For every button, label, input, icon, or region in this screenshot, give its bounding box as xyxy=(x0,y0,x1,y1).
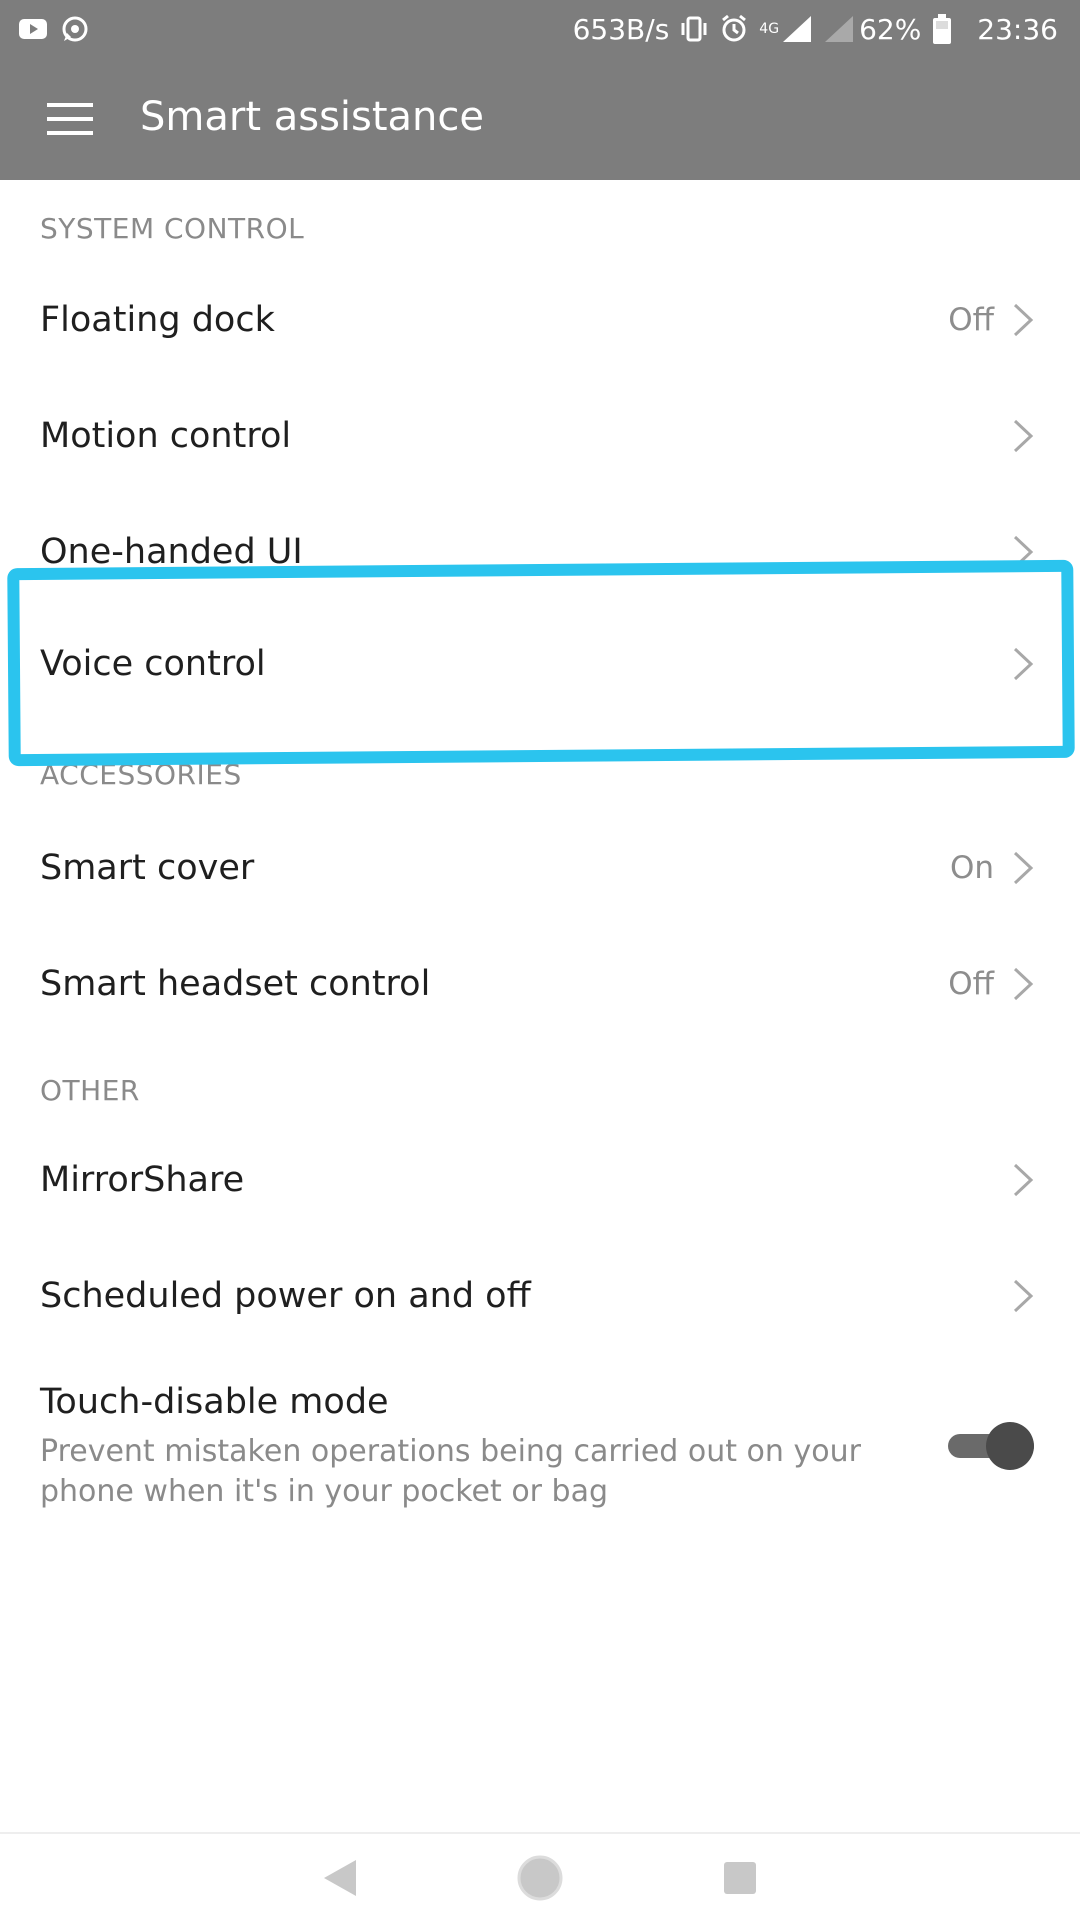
chevron-right-icon xyxy=(1010,966,1036,1002)
net-speed: 653B/s xyxy=(572,12,670,46)
section-header-other: OTHER xyxy=(40,1074,140,1107)
navigation-bar xyxy=(0,1832,1080,1922)
list-item-smart-cover[interactable]: Smart cover On xyxy=(0,810,1080,926)
list-item-value: Off xyxy=(948,302,994,338)
recents-icon xyxy=(721,1859,759,1897)
status-right: 653B/s 4G 62% 23:36 xyxy=(573,0,1058,58)
chevron-right-icon xyxy=(1010,850,1036,886)
status-bar: 653B/s 4G 62% 23:36 xyxy=(0,0,1080,58)
list-item-label: Smart headset control xyxy=(40,964,431,1004)
back-button[interactable] xyxy=(308,1846,372,1910)
list-item-label: Motion control xyxy=(40,416,292,456)
clock-time: 23:36 xyxy=(977,12,1058,46)
recents-button[interactable] xyxy=(708,1846,772,1910)
signal-icon-secondary xyxy=(823,14,855,44)
touch-disable-toggle[interactable] xyxy=(948,1420,1034,1472)
chevron-right-icon xyxy=(1010,302,1036,338)
toggle-thumb xyxy=(986,1422,1034,1470)
home-button[interactable] xyxy=(508,1846,572,1910)
chevron-right-icon xyxy=(1010,1162,1036,1198)
list-item-touch-disable-mode[interactable]: Touch-disable mode Prevent mistaken oper… xyxy=(0,1370,1080,1520)
vibrate-icon xyxy=(679,14,709,44)
chevron-right-icon xyxy=(1010,1278,1036,1314)
app-bar: Smart assistance xyxy=(0,58,1080,180)
network-type-label: 4G xyxy=(759,21,780,37)
hamburger-menu-icon xyxy=(47,101,93,137)
highlight-box xyxy=(7,559,1075,767)
alarm-icon xyxy=(719,14,749,44)
list-item-mirrorshare[interactable]: MirrorShare xyxy=(0,1122,1080,1238)
list-item-label: Scheduled power on and off xyxy=(40,1276,531,1316)
home-icon xyxy=(516,1854,564,1902)
back-icon xyxy=(320,1856,360,1900)
status-left-icons xyxy=(18,14,90,44)
page-title: Smart assistance xyxy=(140,94,485,140)
youtube-icon xyxy=(18,17,48,41)
whatsapp-icon xyxy=(60,14,90,44)
list-item-value: On xyxy=(949,850,994,886)
battery-percent: 62% xyxy=(859,12,922,46)
list-item-label: MirrorShare xyxy=(40,1160,245,1200)
list-item-label: Smart cover xyxy=(40,848,255,888)
list-item-value: Off xyxy=(948,966,994,1002)
touch-disable-description: Prevent mistaken operations being carrie… xyxy=(40,1434,861,1509)
list-item-scheduled-power[interactable]: Scheduled power on and off xyxy=(0,1238,1080,1354)
list-item-motion-control[interactable]: Motion control xyxy=(0,378,1080,494)
touch-disable-title: Touch-disable mode xyxy=(40,1382,389,1422)
menu-button[interactable] xyxy=(30,88,110,150)
section-header-system-control: SYSTEM CONTROL xyxy=(40,212,305,245)
signal-icon xyxy=(781,14,813,44)
list-item-floating-dock[interactable]: Floating dock Off xyxy=(0,262,1080,378)
chevron-right-icon xyxy=(1010,418,1036,454)
list-item-smart-headset-control[interactable]: Smart headset control Off xyxy=(0,926,1080,1042)
list-item-label: Floating dock xyxy=(40,300,275,340)
battery-icon xyxy=(931,13,953,45)
